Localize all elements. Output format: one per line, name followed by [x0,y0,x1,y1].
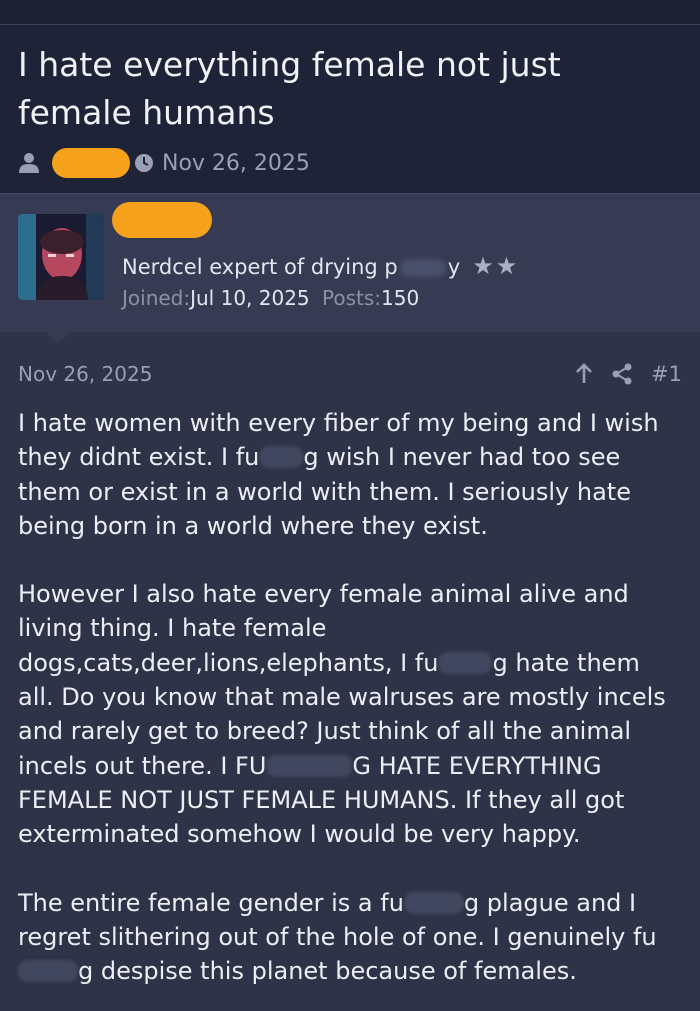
user-stats: Joined:Jul 10, 2025 Posts:150 [122,286,419,310]
user-icon [19,153,39,173]
user-block-notch [46,332,70,344]
thread-header: I hate everything female not just female… [0,25,700,193]
censor-blur [399,259,446,277]
post: Nov 26, 2025 #1 I hate women with every … [0,332,700,989]
user-title-start: Nerdcel expert of drying p [122,255,398,279]
thread-title: I hate everything female not just female… [18,45,561,132]
arrow-up-icon[interactable] [575,363,593,385]
posts-label: Posts: [322,286,382,310]
top-bar [0,0,700,25]
post-paragraph: I hate women with every fiber of my bein… [18,406,682,543]
censor-blur [438,651,493,674]
thread-date[interactable]: Nov 26, 2025 [162,151,310,176]
rank-stars: ★★ [472,252,520,280]
share-icon[interactable] [611,363,633,385]
post-bar: Nov 26, 2025 #1 [18,358,682,390]
user-title: Nerdcel expert of drying p y ★★ [122,252,519,280]
post-paragraph: The entire female gender is a fu g plague… [18,886,682,989]
thread-meta: Nov 26, 2025 [18,147,682,179]
joined-label: Joined: [122,286,191,310]
avatar[interactable] [18,214,104,300]
author-redaction [52,148,130,178]
censor-blur [266,754,353,777]
post-paragraph: However I also hate every female animal … [18,577,682,851]
posts-value: 150 [381,286,420,310]
joined-value: Jul 10, 2025 [190,286,310,310]
post-number[interactable]: #1 [651,362,682,386]
user-block: Nerdcel expert of drying p y ★★ Joined:Jul… [0,193,700,344]
avatar-image [18,214,104,300]
post-body: I hate women with every fiber of my bein… [18,406,682,988]
censor-blur [403,891,464,914]
text-segment: The entire female gender is a fu [18,888,404,917]
text-segment: g despise this planet because of females… [78,957,577,986]
username-redaction [112,202,212,238]
post-date[interactable]: Nov 26, 2025 [18,362,152,386]
user-title-end: y [447,255,461,279]
censor-blur [18,960,78,983]
censor-blur [259,446,304,469]
clock-icon [135,154,153,172]
post-actions: #1 [557,362,682,386]
